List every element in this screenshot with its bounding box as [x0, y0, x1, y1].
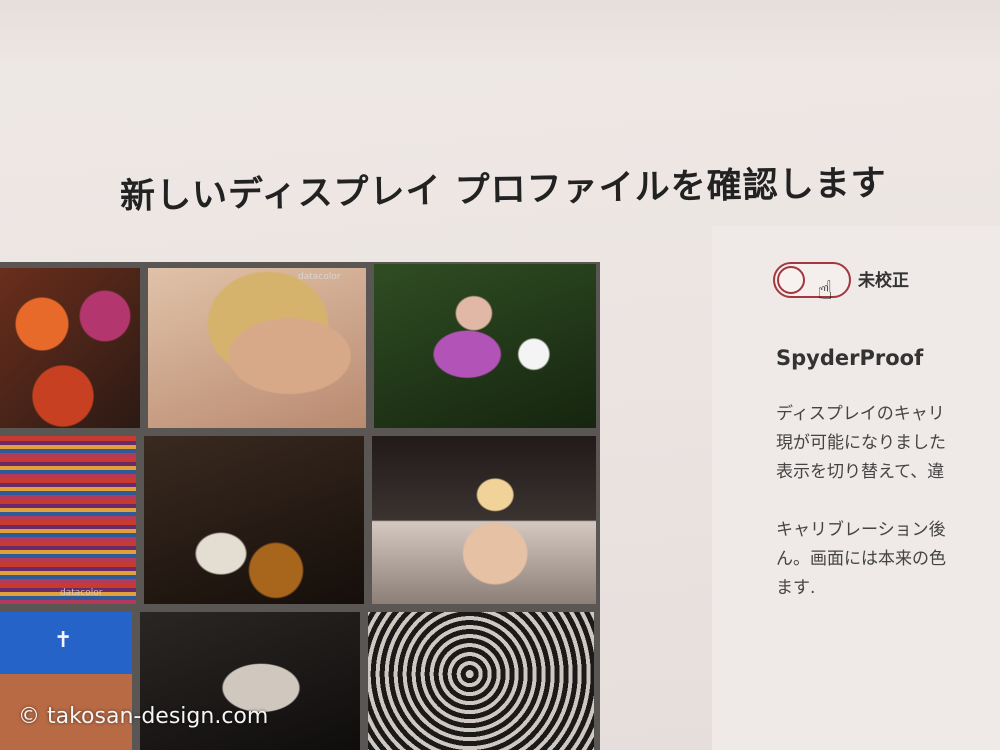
image-caption: datacolor	[60, 588, 103, 598]
toggle-label: 未校正	[858, 271, 909, 291]
watermark: © takosan-design.com	[18, 704, 269, 729]
sample-image-church: ✝	[0, 612, 132, 750]
toggle-knob	[777, 266, 805, 294]
sample-image-street-figure	[372, 436, 596, 604]
sample-image-guitarist	[144, 436, 364, 604]
sample-image-spiral-staircase	[368, 612, 594, 750]
sample-image-fabrics: datacolor	[0, 436, 136, 604]
cross-icon: ✝	[54, 628, 73, 653]
sample-image-girl-flowers	[374, 264, 596, 428]
description-paragraph: ディスプレイのキャリ 現が可能になりました 表示を切り替えて、違	[776, 404, 946, 482]
sample-image-portrait-blonde: datacolor	[148, 268, 366, 428]
sample-image-bw-portrait	[140, 612, 360, 750]
sample-image-pottery	[0, 268, 140, 428]
sample-image-grid: datacolor datacolor ✝	[0, 262, 600, 750]
description-paragraph: キャリブレーション後 ん。画面には本来の色 ます.	[776, 520, 946, 598]
image-caption: datacolor	[298, 272, 341, 282]
top-band	[0, 0, 1000, 60]
section-title: SpyderProof	[776, 346, 924, 370]
hand-cursor-icon: ☝	[817, 276, 833, 306]
